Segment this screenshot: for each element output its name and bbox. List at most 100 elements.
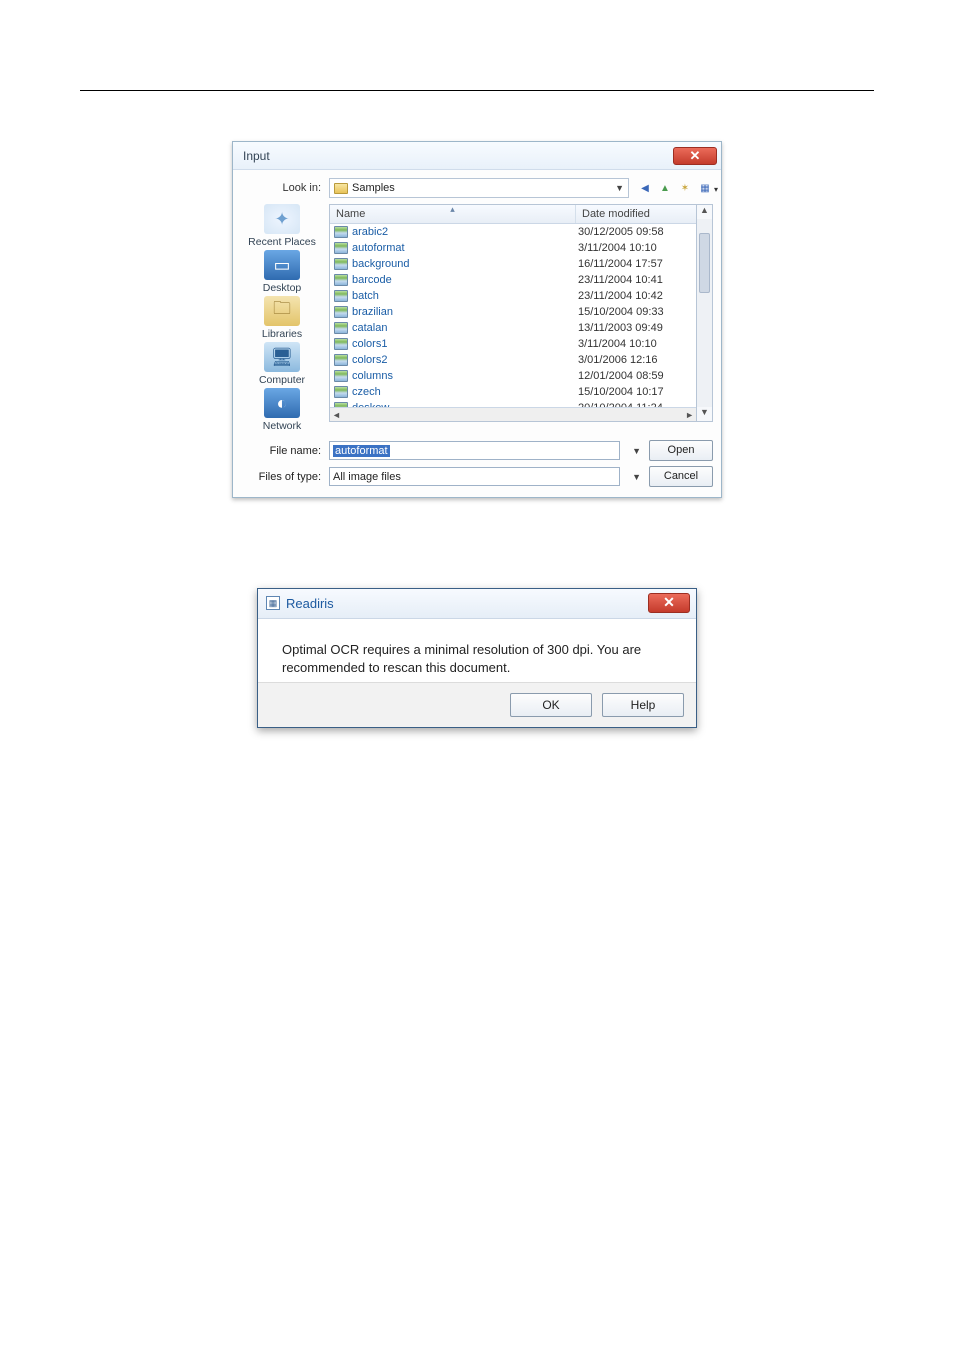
file-date: 15/10/2004 10:17: [578, 386, 696, 398]
sort-ascending-icon: ▴: [450, 204, 455, 215]
place-network[interactable]: ◐ Network: [263, 388, 302, 432]
file-row[interactable]: catalan13/11/2003 09:49: [330, 320, 696, 336]
place-libraries[interactable]: 🗀 Libraries: [262, 296, 302, 340]
place-label: Network: [263, 420, 302, 432]
file-name: catalan: [352, 322, 578, 334]
file-date: 16/11/2004 17:57: [578, 258, 696, 270]
scroll-up-icon[interactable]: ▲: [697, 205, 712, 219]
vertical-scrollbar[interactable]: ▲ ▼: [697, 204, 713, 422]
file-row[interactable]: colors13/11/2004 10:10: [330, 336, 696, 352]
scroll-right-icon[interactable]: ►: [685, 410, 694, 420]
libraries-icon: 🗀: [264, 296, 300, 326]
look-in-dropdown[interactable]: Samples ▼: [329, 178, 629, 198]
horizontal-scrollbar[interactable]: ◄ ►: [330, 407, 696, 421]
file-name: czech: [352, 386, 578, 398]
file-list-header[interactable]: ▴ Name Date modified: [330, 205, 696, 224]
file-date: 15/10/2004 09:33: [578, 306, 696, 318]
place-recent[interactable]: ✦ Recent Places: [248, 204, 316, 248]
place-label: Computer: [259, 374, 305, 386]
look-in-value: Samples: [352, 182, 395, 194]
computer-icon: 🖥: [264, 342, 300, 372]
file-name: barcode: [352, 274, 578, 286]
place-label: Recent Places: [248, 236, 316, 248]
file-date: 3/01/2006 12:16: [578, 354, 696, 366]
file-date: 3/11/2004 10:10: [578, 242, 696, 254]
file-date: 3/11/2004 10:10: [578, 338, 696, 350]
image-file-icon: [334, 242, 348, 254]
file-name-input[interactable]: autoformat: [329, 441, 620, 460]
file-list[interactable]: ▴ Name Date modified arabic230/12/2005 0…: [329, 204, 697, 422]
dropdown-arrow-icon: ▼: [615, 183, 624, 193]
views-menu-icon[interactable]: ▦: [697, 180, 713, 196]
network-icon: ◐: [264, 388, 300, 418]
file-row[interactable]: colors23/01/2006 12:16: [330, 352, 696, 368]
new-folder-icon[interactable]: ✶: [677, 180, 693, 196]
file-row[interactable]: arabic230/12/2005 09:58: [330, 224, 696, 240]
file-name: batch: [352, 290, 578, 302]
scroll-thumb[interactable]: [699, 233, 710, 293]
file-row[interactable]: brazilian15/10/2004 09:33: [330, 304, 696, 320]
folder-icon: [334, 183, 348, 194]
image-file-icon: [334, 386, 348, 398]
chevron-down-icon[interactable]: ▼: [632, 472, 641, 482]
file-name: colors1: [352, 338, 578, 350]
message-text: Optimal OCR requires a minimal resolutio…: [282, 641, 672, 676]
scroll-down-icon[interactable]: ▼: [697, 407, 712, 421]
image-file-icon: [334, 226, 348, 238]
scroll-left-icon[interactable]: ◄: [332, 410, 341, 420]
place-label: Libraries: [262, 328, 302, 340]
open-button[interactable]: Open: [649, 440, 713, 461]
image-file-icon: [334, 306, 348, 318]
back-icon[interactable]: ◀: [637, 180, 653, 196]
close-button[interactable]: ✕: [673, 147, 717, 165]
file-name: autoformat: [352, 242, 578, 254]
file-row[interactable]: columns12/01/2004 08:59: [330, 368, 696, 384]
image-file-icon: [334, 338, 348, 350]
dialog-title: Readiris: [286, 596, 334, 611]
image-file-icon: [334, 258, 348, 270]
image-file-icon: [334, 370, 348, 382]
dialog-titlebar[interactable]: Input ✕: [233, 142, 721, 170]
file-name: brazilian: [352, 306, 578, 318]
file-row[interactable]: batch23/11/2004 10:42: [330, 288, 696, 304]
file-row[interactable]: barcode23/11/2004 10:41: [330, 272, 696, 288]
place-desktop[interactable]: ▭ Desktop: [263, 250, 302, 294]
column-header-date[interactable]: Date modified: [576, 205, 696, 223]
ok-button[interactable]: OK: [510, 693, 592, 717]
chevron-down-icon[interactable]: ▼: [632, 446, 641, 456]
image-file-icon: [334, 354, 348, 366]
recent-places-icon: ✦: [264, 204, 300, 234]
file-name-label: File name:: [241, 445, 321, 457]
close-button[interactable]: ✕: [648, 593, 690, 613]
file-name: colors2: [352, 354, 578, 366]
dialog-title: Input: [243, 149, 270, 163]
help-button[interactable]: Help: [602, 693, 684, 717]
file-date: 23/11/2004 10:42: [578, 290, 696, 302]
column-header-name[interactable]: ▴ Name: [330, 205, 576, 223]
image-file-icon: [334, 322, 348, 334]
image-file-icon: [334, 274, 348, 286]
place-computer[interactable]: 🖥 Computer: [259, 342, 305, 386]
file-row[interactable]: background16/11/2004 17:57: [330, 256, 696, 272]
file-name: columns: [352, 370, 578, 382]
file-row[interactable]: deskew20/10/2004 11:24: [330, 400, 696, 407]
file-date: 12/01/2004 08:59: [578, 370, 696, 382]
files-of-type-label: Files of type:: [241, 471, 321, 483]
file-date: 23/11/2004 10:41: [578, 274, 696, 286]
file-name-value: autoformat: [333, 445, 390, 457]
file-date: 30/12/2005 09:58: [578, 226, 696, 238]
readiris-message-dialog: ▦ Readiris ✕ Optimal OCR requires a mini…: [257, 588, 697, 728]
input-file-dialog: Input ✕ Look in: Samples ▼ ◀ ▲ ✶ ▦: [232, 141, 722, 498]
cancel-button[interactable]: Cancel: [649, 466, 713, 487]
desktop-icon: ▭: [264, 250, 300, 280]
places-bar: ✦ Recent Places ▭ Desktop 🗀 Libraries 🖥 …: [241, 204, 323, 432]
look-in-label: Look in:: [241, 182, 321, 194]
file-row[interactable]: czech15/10/2004 10:17: [330, 384, 696, 400]
file-row[interactable]: autoformat3/11/2004 10:10: [330, 240, 696, 256]
dialog-titlebar[interactable]: ▦ Readiris ✕: [258, 589, 696, 619]
files-of-type-dropdown[interactable]: All image files: [329, 467, 620, 486]
image-file-icon: [334, 290, 348, 302]
up-one-level-icon[interactable]: ▲: [657, 180, 673, 196]
file-name: arabic2: [352, 226, 578, 238]
files-of-type-value: All image files: [333, 471, 401, 483]
